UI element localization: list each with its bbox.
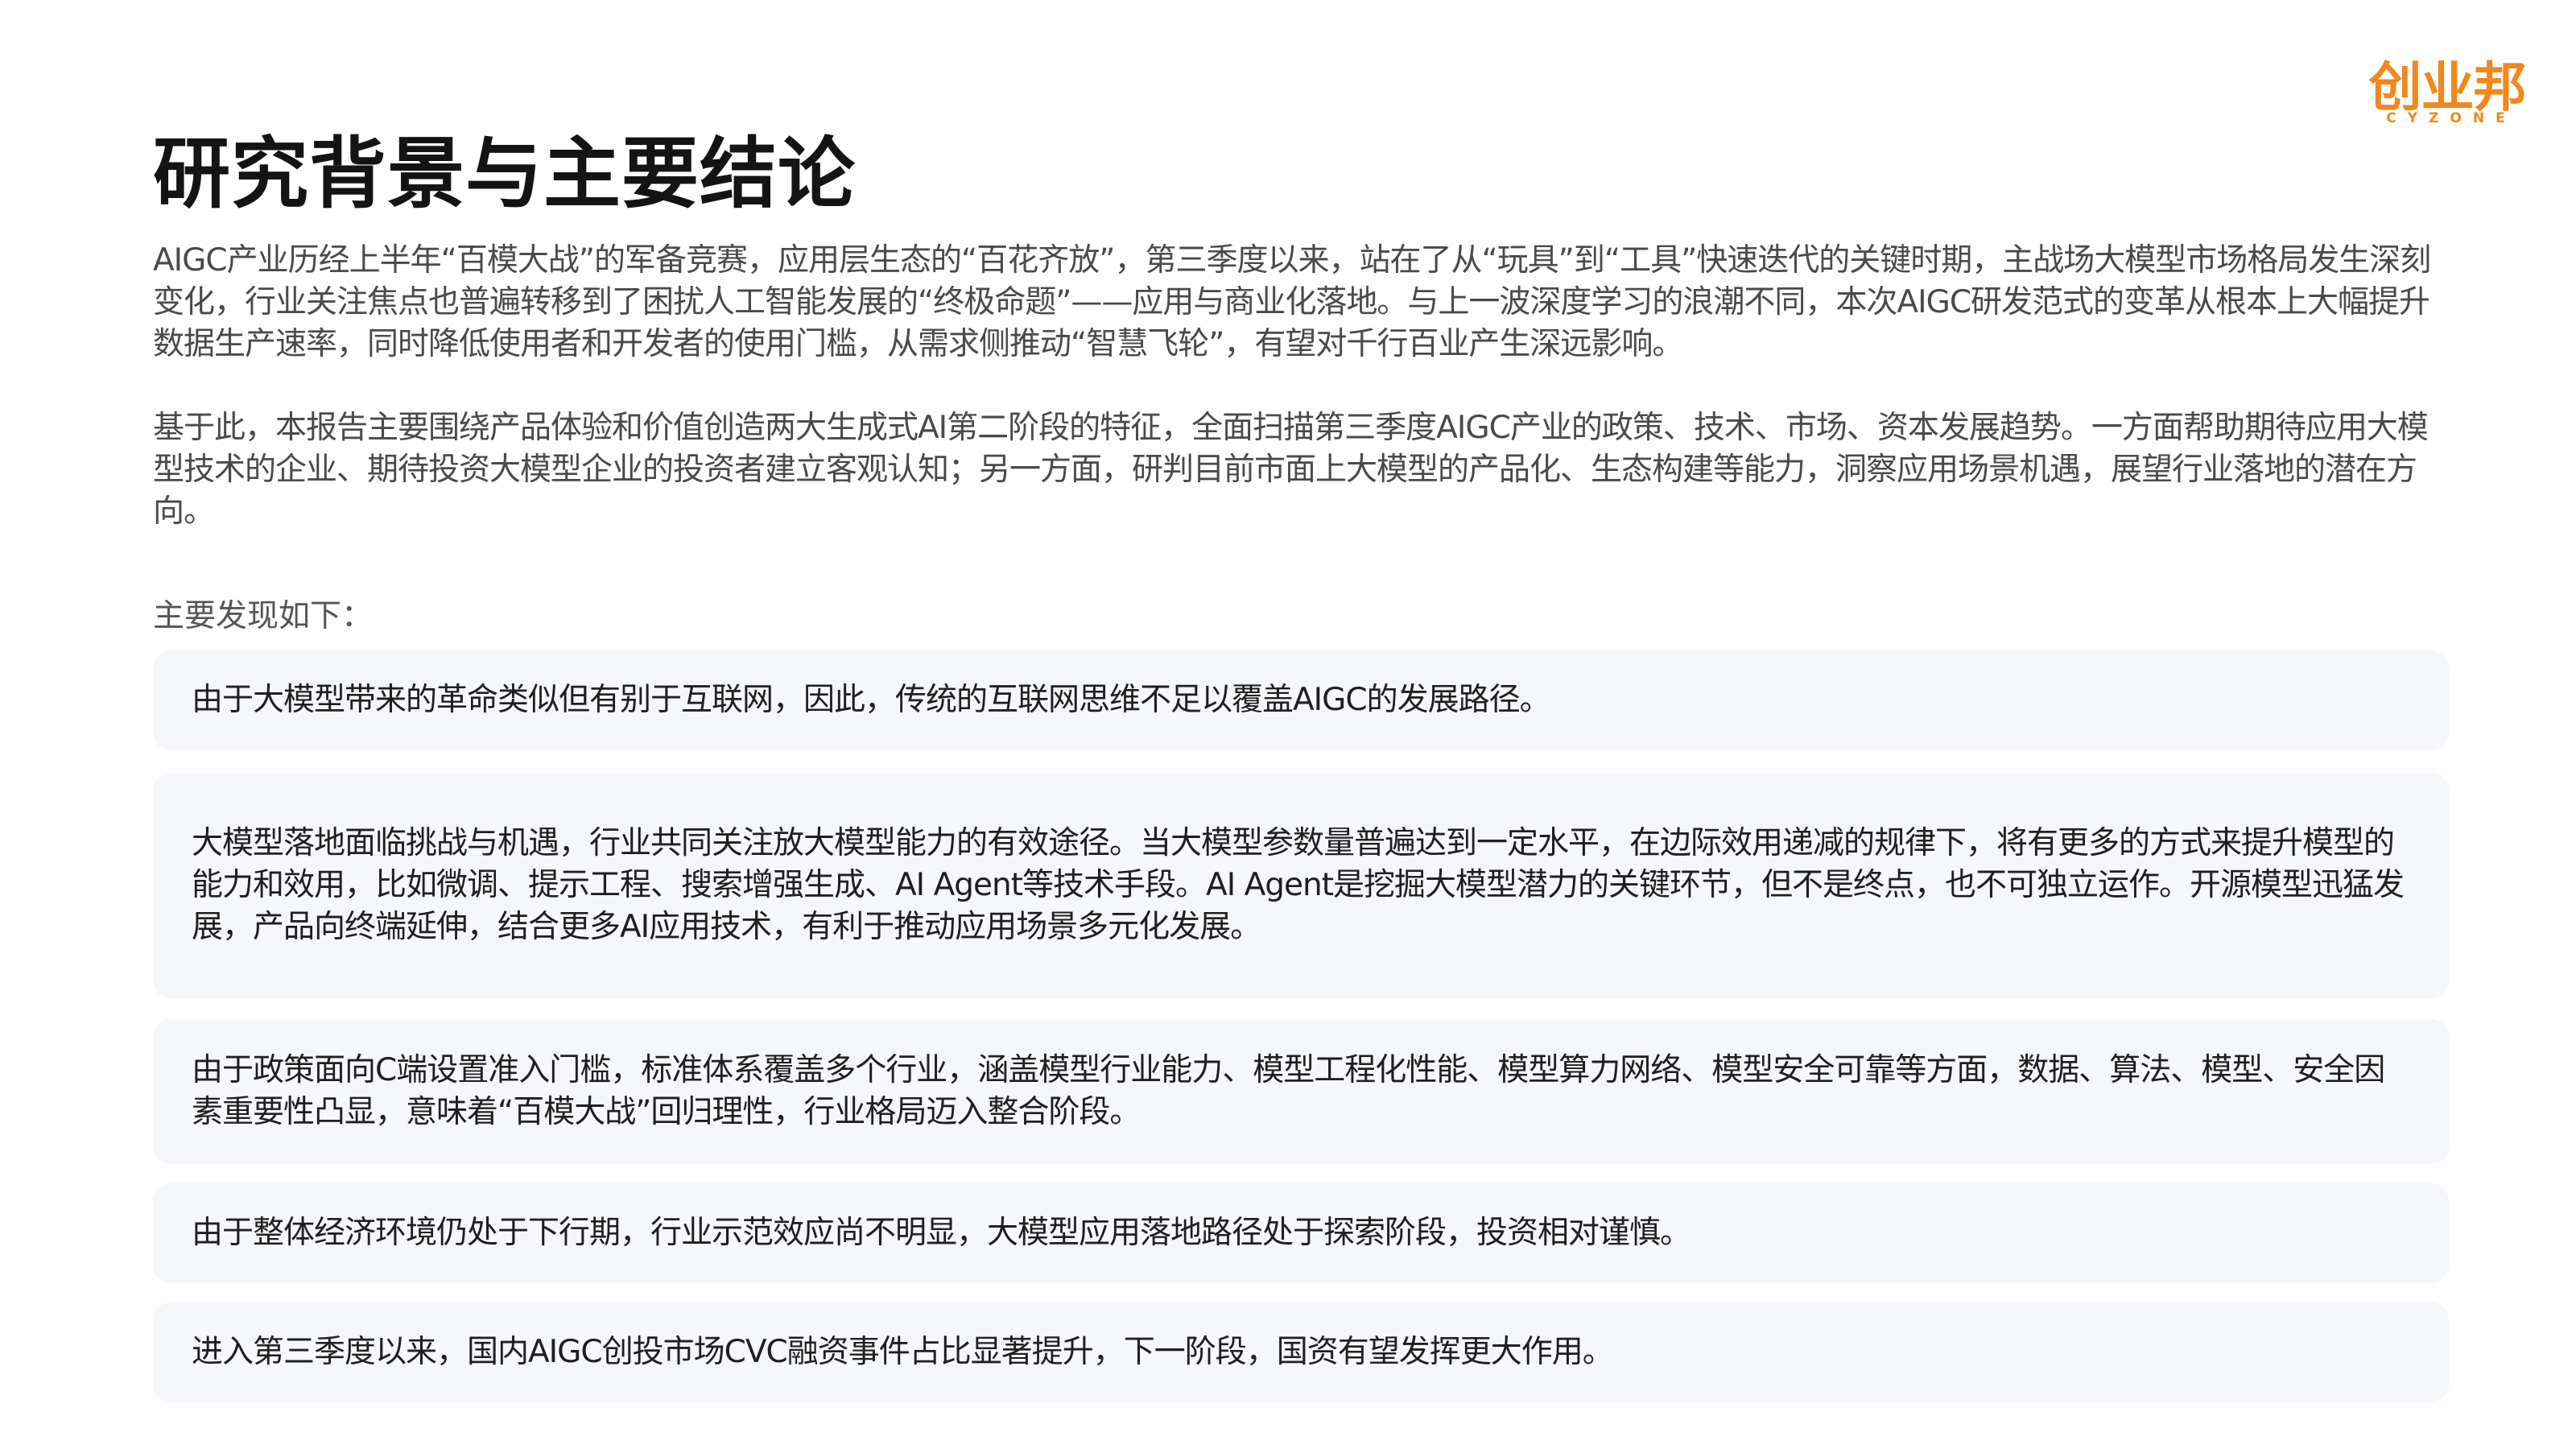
- finding-card-5: 进入第三季度以来，国内AIGC创投市场CVC融资事件占比显著提升，下一阶段，国资…: [153, 1302, 2449, 1402]
- finding-card-2: 大模型落地面临挑战与机遇，行业共同关注放大模型能力的有效途径。当大模型参数量普遍…: [153, 773, 2449, 998]
- finding-card-3: 由于政策面向C端设置准入门槛，标准体系覆盖多个行业，涵盖模型行业能力、模型工程化…: [153, 1019, 2449, 1164]
- intro-paragraph-1: AIGC产业历经上半年“百模大战”的军备竞赛，应用层生态的“百花齐放”，第三季度…: [153, 242, 2431, 362]
- finding-card-4: 由于整体经济环境仍处于下行期，行业示范效应尚不明显，大模型应用落地路径处于探索阶…: [153, 1183, 2449, 1283]
- finding-text: 大模型落地面临挑战与机遇，行业共同关注放大模型能力的有效途径。当大模型参数量普遍…: [192, 825, 2405, 945]
- finding-text: 由于大模型带来的革命类似但有别于互联网，因此，传统的互联网思维不足以覆盖AIGC…: [192, 682, 1551, 718]
- intro-paragraph-2: 基于此，本报告主要围绕产品体验和价值创造两大生成式AI第二阶段的特征，全面扫描第…: [153, 410, 2429, 530]
- cyzone-logo: 创业邦 CYZONE: [2363, 58, 2532, 126]
- page-title: 研究背景与主要结论: [153, 129, 856, 219]
- logo-chinese-text: 创业邦: [2368, 56, 2527, 118]
- finding-text: 由于政策面向C端设置准入门槛，标准体系覆盖多个行业，涵盖模型行业能力、模型工程化…: [192, 1052, 2385, 1130]
- logo-english-text: CYZONE: [2386, 110, 2516, 126]
- finding-text: 由于整体经济环境仍处于下行期，行业示范效应尚不明显，大模型应用落地路径处于探索阶…: [192, 1215, 1691, 1251]
- finding-text: 进入第三季度以来，国内AIGC创投市场CVC融资事件占比显著提升，下一阶段，国资…: [192, 1334, 1614, 1370]
- finding-card-1: 由于大模型带来的革命类似但有别于互联网，因此，传统的互联网思维不足以覆盖AIGC…: [153, 650, 2449, 750]
- findings-label: 主要发现如下：: [153, 598, 374, 634]
